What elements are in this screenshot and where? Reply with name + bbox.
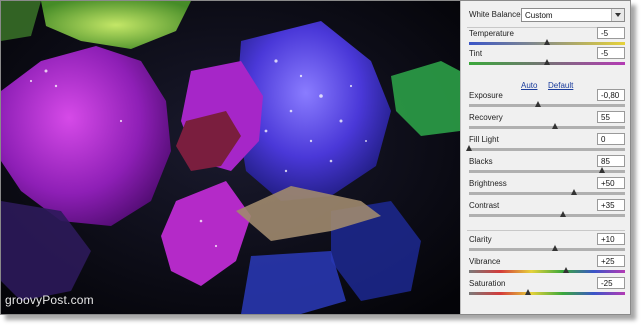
white-balance-select[interactable]: Custom bbox=[521, 8, 625, 22]
photo-preview: groovyPost.com bbox=[1, 1, 460, 314]
clarity-slider-thumb[interactable] bbox=[551, 245, 558, 251]
brightness-label: Brightness bbox=[469, 179, 507, 188]
temperature-value-field[interactable]: -5 bbox=[597, 27, 625, 39]
screenshot-frame: groovyPost.com White Balance: Custom Aut… bbox=[0, 0, 631, 315]
brightness-value-field[interactable]: +50 bbox=[597, 177, 625, 189]
vibrance-value-field[interactable]: +25 bbox=[597, 255, 625, 267]
recovery-value-field[interactable]: 55 bbox=[597, 111, 625, 123]
exposure-value-field[interactable]: -0,80 bbox=[597, 89, 625, 101]
exposure-slider-thumb[interactable] bbox=[534, 101, 541, 107]
fill-light-label: Fill Light bbox=[469, 135, 499, 144]
temperature-slider-thumb[interactable] bbox=[544, 39, 550, 45]
temperature-label: Temperature bbox=[469, 29, 514, 38]
recovery-slider-track[interactable] bbox=[469, 126, 625, 129]
saturation-slider-thumb[interactable] bbox=[525, 289, 532, 295]
slider-row-fill-light: Fill Light 0 bbox=[466, 133, 625, 155]
contrast-label: Contrast bbox=[469, 201, 500, 210]
blacks-slider-thumb[interactable] bbox=[598, 167, 605, 173]
fill-light-slider-track[interactable] bbox=[469, 148, 625, 151]
contrast-slider-track[interactable] bbox=[469, 214, 625, 217]
blacks-label: Blacks bbox=[469, 157, 493, 166]
saturation-value-field[interactable]: -25 bbox=[597, 277, 625, 289]
slider-row-contrast: Contrast +35 bbox=[469, 199, 625, 221]
fill-light-value-field[interactable]: 0 bbox=[597, 133, 625, 145]
recovery-slider-thumb[interactable] bbox=[551, 123, 558, 129]
brightness-slider-thumb[interactable] bbox=[570, 189, 577, 195]
exposure-slider-track[interactable] bbox=[469, 104, 625, 107]
vibrance-slider-track[interactable] bbox=[469, 270, 625, 273]
divider bbox=[467, 230, 625, 231]
contrast-slider-thumb[interactable] bbox=[559, 211, 566, 217]
saturation-label: Saturation bbox=[469, 279, 506, 288]
slider-row-clarity: Clarity +10 bbox=[469, 233, 625, 255]
slider-row-tint: Tint -5 bbox=[469, 47, 625, 69]
slider-row-vibrance: Vibrance +25 bbox=[469, 255, 625, 277]
white-balance-label: White Balance: bbox=[469, 10, 523, 19]
tint-slider-thumb[interactable] bbox=[544, 59, 550, 65]
slider-row-recovery: Recovery 55 bbox=[469, 111, 625, 133]
saturation-slider-track[interactable] bbox=[469, 292, 625, 295]
chevron-down-icon[interactable] bbox=[611, 9, 624, 21]
contrast-value-field[interactable]: +35 bbox=[597, 199, 625, 211]
tint-label: Tint bbox=[469, 49, 483, 58]
exposure-label: Exposure bbox=[469, 91, 503, 100]
slider-row-temperature: Temperature -5 bbox=[469, 27, 625, 49]
slider-row-exposure: Exposure -0,80 bbox=[469, 89, 625, 111]
tint-value-field[interactable]: -5 bbox=[597, 47, 625, 59]
fill-light-slider-thumb[interactable] bbox=[466, 145, 472, 151]
slider-row-blacks: Blacks 85 bbox=[469, 155, 625, 177]
white-balance-row: White Balance: Custom bbox=[469, 8, 625, 24]
brightness-slider-track[interactable] bbox=[469, 192, 625, 195]
clarity-slider-track[interactable] bbox=[469, 248, 625, 251]
vibrance-slider-thumb[interactable] bbox=[562, 267, 569, 273]
blacks-value-field[interactable]: 85 bbox=[597, 155, 625, 167]
clarity-value-field[interactable]: +10 bbox=[597, 233, 625, 245]
recovery-label: Recovery bbox=[469, 113, 503, 122]
watermark-text: groovyPost.com bbox=[5, 293, 94, 307]
slider-row-saturation: Saturation -25 bbox=[469, 277, 625, 299]
slider-row-brightness: Brightness +50 bbox=[469, 177, 625, 199]
photo-image bbox=[1, 1, 460, 314]
vibrance-label: Vibrance bbox=[469, 257, 501, 266]
white-balance-value: Custom bbox=[525, 11, 553, 20]
clarity-label: Clarity bbox=[469, 235, 492, 244]
adjustments-panel: White Balance: Custom Auto Default Tempe… bbox=[460, 1, 630, 314]
